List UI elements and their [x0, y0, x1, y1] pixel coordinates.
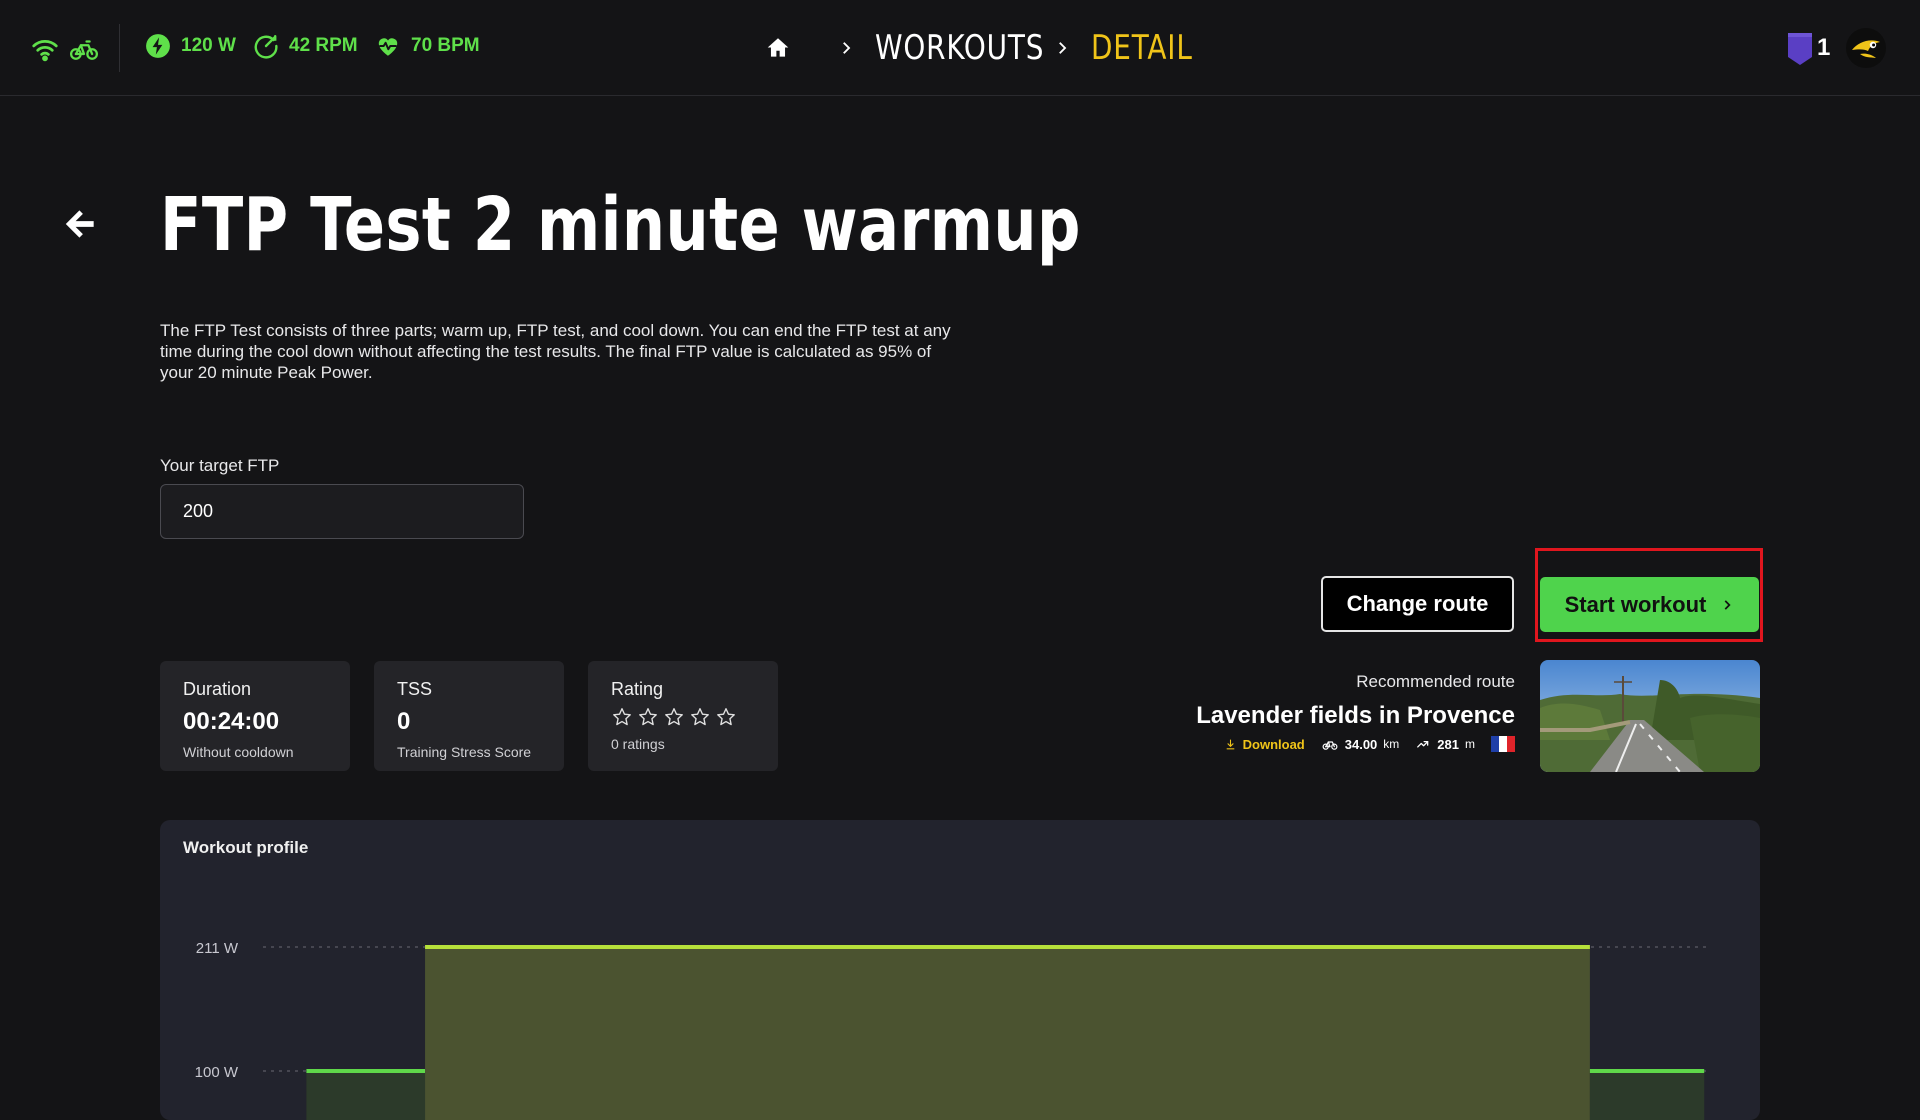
rating-card: Rating 0 ratings: [588, 661, 778, 771]
avatar-logo-icon: [1846, 28, 1886, 68]
breadcrumb: WORKOUTS DETAIL: [765, 0, 1211, 96]
distance-value: 34.00: [1344, 736, 1378, 752]
chevron-right-icon: [843, 42, 851, 54]
heart-rate-icon: [378, 38, 398, 56]
route-elevation: 281 m: [1415, 737, 1475, 752]
route-meta: Download 34.00 km 281 m: [1224, 736, 1515, 752]
avatar[interactable]: [1846, 28, 1886, 68]
cadence-metric: 42 RPM: [253, 33, 358, 59]
cadence-gauge-icon: [254, 35, 278, 59]
workout-description: The FTP Test consists of three parts; wa…: [160, 321, 951, 382]
rating-stars[interactable]: [611, 706, 755, 728]
download-link[interactable]: Download: [1224, 737, 1305, 752]
tss-label: TSS: [397, 679, 433, 699]
rating-label: Rating: [611, 679, 664, 699]
elevation-value: 281: [1437, 736, 1459, 752]
route-distance: 34.00 km: [1321, 736, 1400, 752]
download-icon: [1226, 739, 1234, 749]
divider: [119, 24, 120, 72]
route-name[interactable]: Lavender fields in Provence: [1196, 702, 1515, 730]
ftp-label: Your target FTP: [160, 456, 280, 475]
target-ftp-input[interactable]: [160, 484, 524, 539]
france-flag-icon: [1491, 736, 1515, 752]
workout-profile-chart: 211 W 100 W: [195, 940, 1710, 1120]
star-icon: [639, 708, 657, 726]
page-title: FTP Test 2 minute warmup: [160, 182, 1081, 268]
tss-card: TSS 0 Training Stress Score: [374, 661, 564, 771]
star-icon: [613, 708, 631, 726]
start-workout-label: Start workout: [1564, 591, 1707, 617]
heart-rate-value: 70 BPM: [411, 35, 480, 56]
star-icon: [691, 708, 709, 726]
workout-profile-panel: Workout profile 211 W 100 W: [160, 820, 1760, 1120]
star-icon: [717, 708, 735, 726]
y-tick-label: 211 W: [196, 940, 239, 957]
power-metric: 120 W: [145, 33, 236, 59]
power-bolt-icon: [146, 34, 170, 58]
distance-unit: km: [1383, 737, 1400, 751]
bike-icon: [1322, 741, 1338, 750]
rating-sub: 0 ratings: [611, 736, 665, 752]
cadence-value: 42 RPM: [289, 35, 358, 56]
breadcrumb-workouts[interactable]: WORKOUTS: [875, 28, 1043, 68]
route-thumbnail[interactable]: [1540, 660, 1760, 772]
star-icon: [665, 708, 683, 726]
tss-sub: Training Stress Score: [397, 744, 532, 760]
elevation-unit: m: [1465, 737, 1475, 751]
profile-segment-area: [1589, 1071, 1705, 1120]
top-bar: 120 W 42 RPM 70 BPM WORKOUTS DETAIL 1: [0, 0, 1920, 96]
duration-value: 00:24:00: [183, 708, 280, 735]
tss-value: 0: [397, 708, 411, 735]
heart-rate-metric: 70 BPM: [375, 33, 480, 59]
wifi-icon: [32, 39, 58, 62]
power-value: 120 W: [181, 35, 236, 56]
road-scene-image: [1540, 660, 1760, 772]
duration-card: Duration 00:24:00 Without cooldown: [160, 661, 350, 771]
start-workout-button[interactable]: Start workout: [1540, 577, 1759, 632]
profile-segment-area: [425, 947, 1590, 1120]
duration-sub: Without cooldown: [183, 744, 294, 760]
back-arrow-icon[interactable]: [62, 205, 100, 243]
bike-icon: [70, 40, 98, 60]
breadcrumb-detail: DETAIL: [1091, 28, 1193, 68]
level-shield-icon: [1788, 33, 1812, 65]
profile-segment-area: [306, 1071, 426, 1120]
change-route-button[interactable]: Change route: [1321, 576, 1514, 632]
duration-label: Duration: [183, 679, 252, 699]
y-tick-label: 100 W: [195, 1064, 239, 1081]
download-label: Download: [1242, 736, 1305, 752]
chevron-right-icon: [1725, 599, 1731, 610]
trending-up-icon: [1417, 741, 1429, 748]
recommended-route-label: Recommended route: [1356, 672, 1515, 691]
chevron-right-icon: [1059, 42, 1067, 54]
home-icon[interactable]: [765, 35, 791, 61]
user-level: 1: [1817, 34, 1831, 61]
